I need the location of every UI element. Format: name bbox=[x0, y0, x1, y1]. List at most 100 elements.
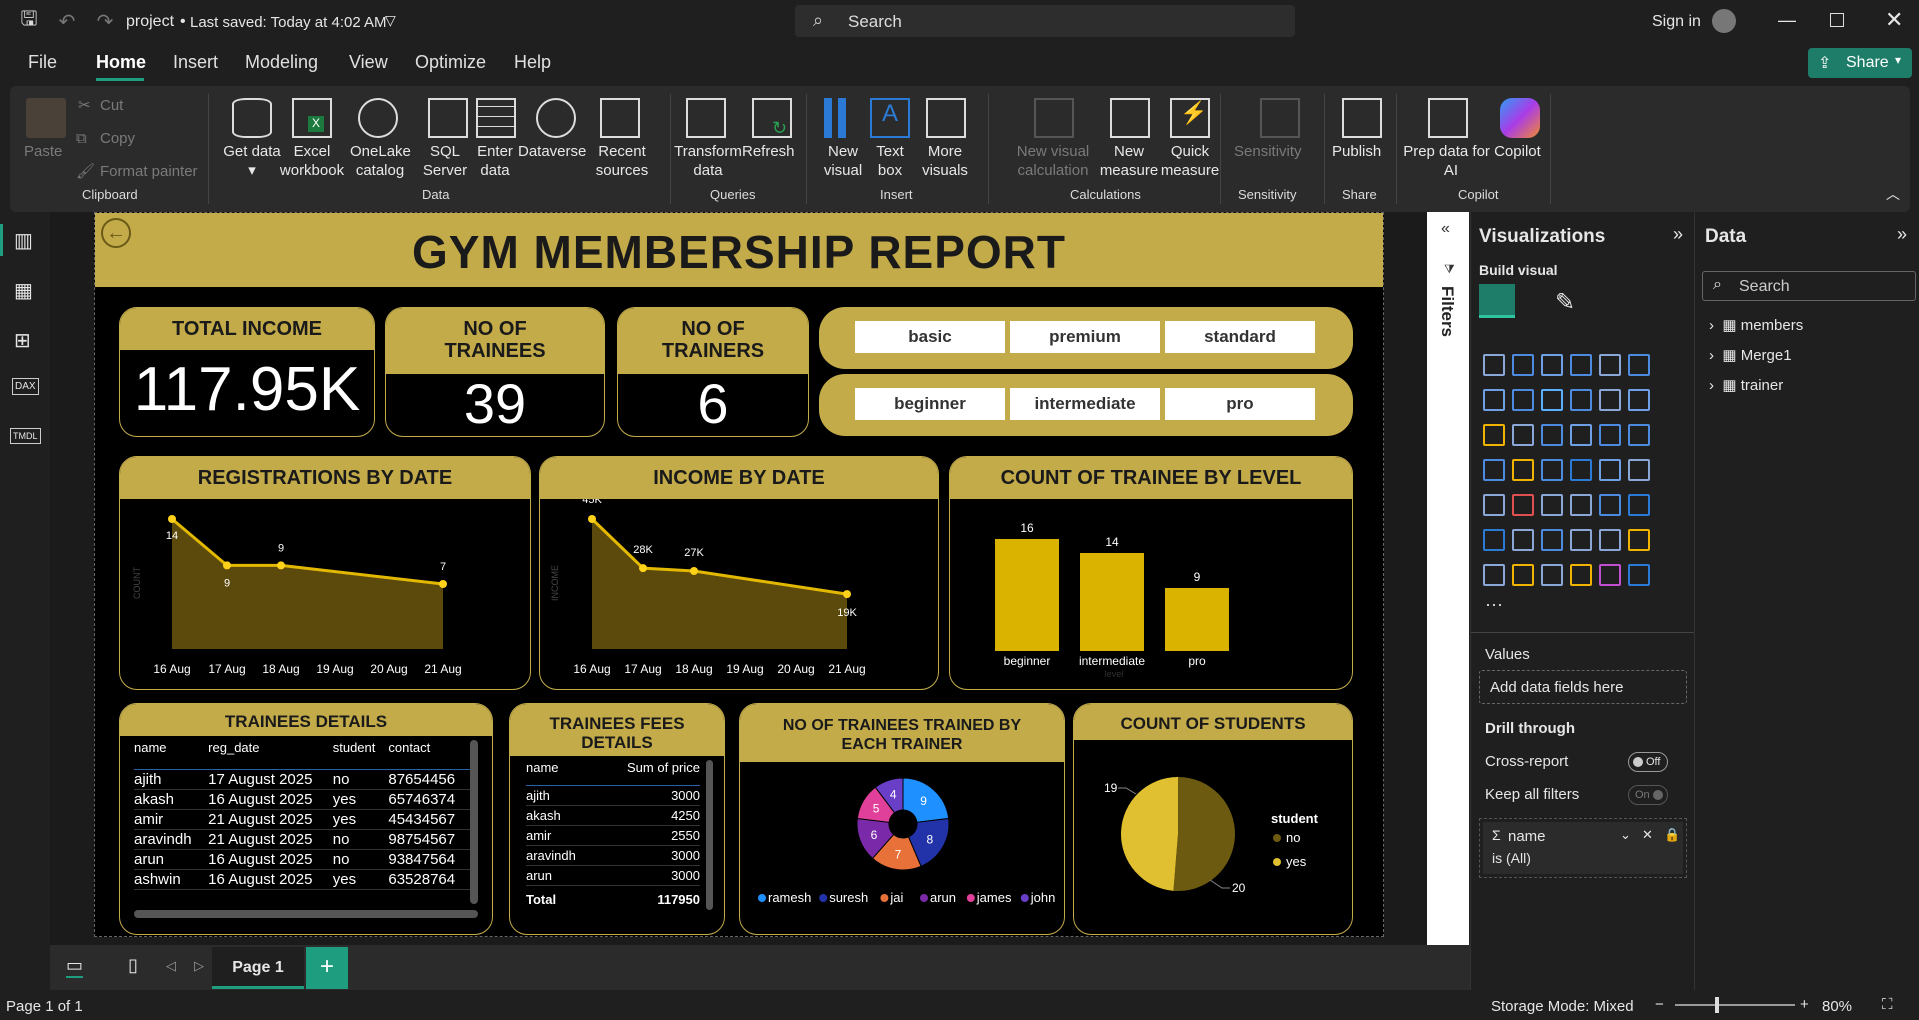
menu-view[interactable]: View bbox=[349, 52, 388, 73]
undo-icon[interactable]: ↶ bbox=[56, 10, 78, 33]
kpi-total-income[interactable]: TOTAL INCOME 117.95K bbox=[119, 307, 375, 437]
transform-data-button[interactable]: Transform data bbox=[668, 142, 748, 180]
slicer-beginner[interactable]: beginner bbox=[855, 388, 1005, 420]
income-chart[interactable]: INCOME BY DATE 45K 28K 27K 19K 16 Aug 17 Aug 1… bbox=[539, 456, 939, 690]
visual-type-icon[interactable] bbox=[1541, 494, 1563, 516]
column-header[interactable]: name bbox=[134, 740, 209, 770]
visual-type-icon[interactable] bbox=[1628, 459, 1650, 481]
mobile-layout-icon[interactable]: ▯ bbox=[128, 955, 138, 976]
slicer-intermediate[interactable]: intermediate bbox=[1010, 388, 1160, 420]
next-page-icon[interactable]: ▷ bbox=[194, 958, 204, 974]
new-visual-calculation-button[interactable]: New visual calculation bbox=[1000, 142, 1106, 180]
slicer-standard[interactable]: standard bbox=[1165, 321, 1315, 353]
more-visuals-ellipsis[interactable]: ··· bbox=[1485, 594, 1503, 615]
new-visual-button[interactable]: New visual bbox=[818, 142, 868, 180]
table-row[interactable]: akash 16 August 2025 yes 65746374 bbox=[134, 789, 474, 810]
table-row[interactable]: arun 16 August 2025 no 93847564 bbox=[134, 849, 474, 870]
kpi-trainees[interactable]: NO OF TRAINEES 39 bbox=[385, 307, 605, 437]
visual-type-icon[interactable] bbox=[1628, 564, 1650, 586]
column-header[interactable]: Sum of price bbox=[596, 760, 700, 786]
table-row[interactable]: arun 3000 bbox=[526, 865, 700, 886]
onelake-catalog-button[interactable]: OneLake catalog bbox=[350, 142, 411, 180]
visual-type-icon[interactable] bbox=[1599, 529, 1621, 551]
visual-type-icon[interactable] bbox=[1628, 354, 1650, 376]
visual-type-icon[interactable] bbox=[1570, 529, 1592, 551]
table-row[interactable]: ajith 17 August 2025 no 87654456 bbox=[134, 769, 474, 790]
visual-type-icon[interactable] bbox=[1599, 354, 1621, 376]
visual-type-icon[interactable] bbox=[1628, 424, 1650, 446]
zoom-out-icon[interactable]: − bbox=[1655, 996, 1664, 1013]
visual-type-icon[interactable] bbox=[1512, 389, 1534, 411]
visual-type-icon[interactable] bbox=[1599, 564, 1621, 586]
table-members[interactable]: › ▦ members bbox=[1709, 316, 1803, 334]
build-visual-tab[interactable] bbox=[1479, 284, 1515, 318]
table-row[interactable]: aravindh 21 August 2025 no 98754567 bbox=[134, 829, 474, 850]
visual-type-icon[interactable] bbox=[1599, 389, 1621, 411]
menu-file[interactable]: File bbox=[28, 52, 57, 73]
visual-type-icon[interactable] bbox=[1541, 529, 1563, 551]
trainer-donut-chart[interactable]: NO OF TRAINEES TRAINED BY EACH TRAINER 9… bbox=[739, 703, 1065, 935]
add-page-button[interactable]: + bbox=[306, 947, 348, 989]
menu-home[interactable]: Home bbox=[96, 52, 146, 73]
desktop-layout-icon[interactable]: ▭ bbox=[66, 955, 84, 978]
recent-sources-button[interactable]: Recent sources bbox=[582, 142, 662, 180]
maximize-icon[interactable] bbox=[1830, 13, 1844, 27]
dax-query-icon[interactable]: DAX bbox=[12, 378, 39, 395]
collapse-viz-icon[interactable]: » bbox=[1673, 224, 1683, 245]
quick-measure-button[interactable]: Quick measure bbox=[1160, 142, 1220, 180]
more-visuals-button[interactable]: More visuals bbox=[915, 142, 975, 180]
vertical-scrollbar[interactable] bbox=[470, 740, 478, 904]
filters-pane[interactable]: « ⧩ Filters bbox=[1427, 212, 1469, 945]
table-trainer[interactable]: › ▦ trainer bbox=[1709, 376, 1783, 394]
menu-optimize[interactable]: Optimize bbox=[415, 52, 486, 73]
visual-type-icon[interactable] bbox=[1628, 494, 1650, 516]
visual-type-icon[interactable] bbox=[1570, 494, 1592, 516]
visual-type-icon[interactable] bbox=[1599, 459, 1621, 481]
chevron-down-icon[interactable]: ⌄ bbox=[1620, 827, 1631, 843]
table-row[interactable]: akash 4250 bbox=[526, 805, 700, 826]
visual-type-icon[interactable] bbox=[1599, 494, 1621, 516]
excel-workbook-button[interactable]: Excel workbook bbox=[272, 142, 352, 180]
visual-type-icon[interactable] bbox=[1512, 529, 1534, 551]
visual-type-icon[interactable] bbox=[1570, 459, 1592, 481]
dataverse-button[interactable]: Dataverse bbox=[518, 142, 586, 161]
table-row[interactable]: ashwin 16 August 2025 yes 63528764 bbox=[134, 869, 474, 890]
save-icon[interactable]: 🖫 bbox=[18, 8, 40, 32]
report-view-icon[interactable]: ▥ bbox=[14, 228, 33, 253]
visual-type-icon[interactable] bbox=[1570, 389, 1592, 411]
table-merge1[interactable]: › ▦ Merge1 bbox=[1709, 346, 1792, 364]
zoom-slider[interactable] bbox=[1675, 997, 1795, 1013]
visual-type-icon[interactable] bbox=[1541, 424, 1563, 446]
menu-help[interactable]: Help bbox=[514, 52, 551, 73]
visual-type-icon[interactable] bbox=[1541, 564, 1563, 586]
slicer-basic[interactable]: basic bbox=[855, 321, 1005, 353]
text-box-button[interactable]: Text box bbox=[868, 142, 912, 180]
sensitivity-button[interactable]: Sensitivity bbox=[1234, 142, 1302, 161]
chevron-down-icon[interactable]: ▽ bbox=[385, 12, 396, 29]
fit-page-icon[interactable]: ⛶ bbox=[1882, 996, 1893, 1013]
visual-type-icon[interactable] bbox=[1512, 494, 1534, 516]
table-row[interactable]: ajith 3000 bbox=[526, 785, 700, 806]
table-view-icon[interactable]: ▦ bbox=[14, 278, 33, 303]
format-painter-button[interactable]: Format painter bbox=[100, 162, 198, 181]
model-view-icon[interactable]: ⊞ bbox=[14, 328, 31, 353]
tmdl-view-icon[interactable]: TMDL bbox=[10, 428, 41, 444]
column-header[interactable]: contact bbox=[388, 740, 474, 770]
menu-insert[interactable]: Insert bbox=[173, 52, 218, 73]
sql-server-button[interactable]: SQL Server bbox=[415, 142, 475, 180]
visual-type-icon[interactable] bbox=[1483, 389, 1505, 411]
search-box[interactable]: ⌕ Search bbox=[795, 5, 1295, 37]
filter-card-name[interactable]: Σ name ⌄ ✕ 🔒 is (All) bbox=[1479, 818, 1687, 878]
prep-data-line-2[interactable]: AI bbox=[1396, 161, 1506, 180]
prep-data-line-1[interactable]: Prep data for Copilot bbox=[1396, 142, 1548, 161]
collapse-data-icon[interactable]: » bbox=[1897, 224, 1907, 245]
sign-in-link[interactable]: Sign in bbox=[1652, 13, 1701, 31]
visual-type-icon[interactable] bbox=[1512, 424, 1534, 446]
visual-type-icon[interactable] bbox=[1599, 424, 1621, 446]
visual-type-icon[interactable] bbox=[1628, 529, 1650, 551]
share-button[interactable]: ⇪ Share ▾ bbox=[1808, 48, 1912, 78]
level-chart[interactable]: COUNT OF TRAINEE BY LEVEL 16 beginner 14 in… bbox=[949, 456, 1353, 690]
cut-button[interactable]: Cut bbox=[100, 96, 123, 115]
visual-type-icon[interactable] bbox=[1483, 354, 1505, 376]
visual-type-icon[interactable] bbox=[1483, 494, 1505, 516]
